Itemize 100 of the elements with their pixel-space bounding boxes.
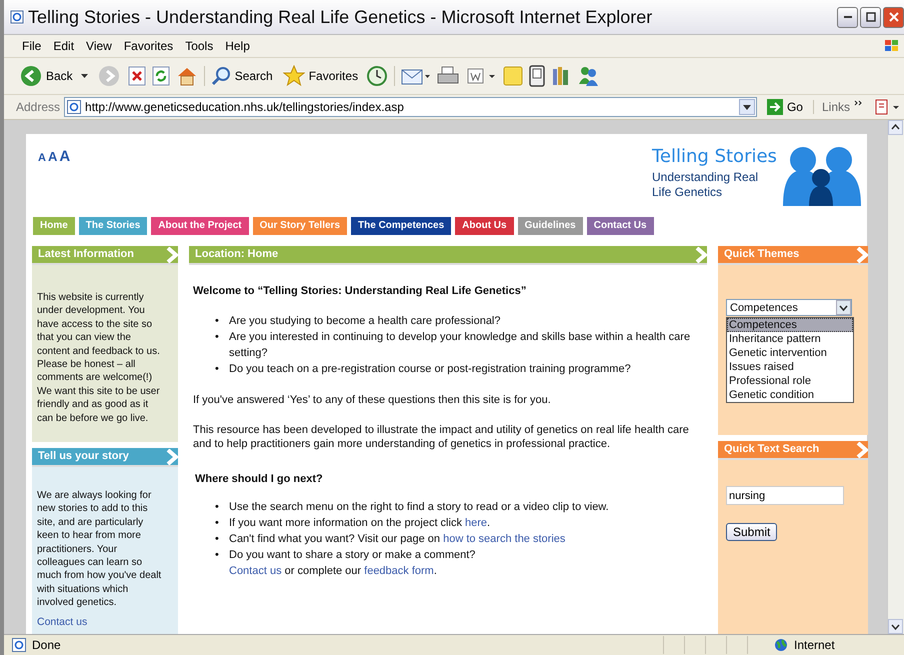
chevron-icon [854,100,862,106]
nav-tab[interactable]: The Competences [350,216,452,236]
question-text: Are you studying to become a health care professional? [229,314,500,329]
browser-icon [10,10,24,24]
windows-logo-icon [884,39,900,53]
url-text: http://www.geneticseducation.nhs.uk/tellingstories/index.asp [85,100,405,114]
menu-item[interactable]: Edit [47,39,80,53]
window-title: Telling Stories - Understanding Real Life Genetics - Microsoft Internet Explorer [28,6,654,28]
nav-tab[interactable]: About Us [454,216,515,236]
dropdown-option[interactable]: Inheritance pattern [727,332,853,346]
chevron-icon [695,247,707,263]
maximize-icon [866,12,876,22]
menu-item[interactable]: File [16,39,48,53]
go-arrow-icon [766,99,783,115]
nav-tab[interactable]: About the Project [150,216,250,236]
theme-dropdown[interactable]: Competences [726,299,852,316]
bullet: • [215,314,220,329]
page-icon [12,638,26,652]
page-icon [67,100,82,114]
bullet-text: Can't find what you want? Visit our page on [229,533,442,545]
link[interactable]: feedback form [364,565,434,577]
security-zone: Internet [794,638,836,652]
document-icon[interactable] [874,99,900,115]
bullet: • [215,500,220,515]
panel-heading: Quick Text Search [724,443,820,455]
nav-tab[interactable]: Contact Us [586,216,655,236]
scroll-up-icon[interactable] [888,120,903,135]
question-text: Are you interested in continuing to develop your knowledge and skills base within a health care setting? [229,330,692,361]
refresh-icon[interactable] [152,66,170,86]
panel-heading: Latest Information [38,248,134,260]
logo-subtitle: Understanding Real Life Genetics [652,170,760,200]
text-size-link[interactable]: A [59,148,70,165]
text-size-link[interactable]: A [48,149,58,164]
caret-icon [80,74,88,78]
panel-text: This website is currently under development. You have access to the site so that you can view the content and feedback to us. Please be honest – all comments are welcome(!) We want this site to be user friendly and as good as it can be before we go live. [37,291,161,426]
paragraph: If you've answered ‘Yes’ to any of these questions then this site is for you. [193,393,552,407]
status-text: Done [32,638,62,652]
links-button[interactable]: Links [812,100,870,114]
dropdown-option[interactable]: Issues raised [727,360,853,374]
history-icon[interactable] [366,65,388,87]
submit-button[interactable]: Submit [726,523,778,541]
bullet: • [215,362,220,377]
chevron-icon [166,247,178,263]
stop-icon[interactable] [128,66,146,86]
maximize-button[interactable] [860,6,881,28]
link[interactable]: how to search the stories [443,533,566,545]
text-size-link[interactable]: A [38,152,46,164]
panel-heading: Quick Themes [724,248,800,260]
globe-icon [774,638,788,652]
printer-icon[interactable] [437,66,460,86]
link[interactable]: here [465,517,488,529]
star-icon [282,65,305,87]
bullet-text: . [434,565,437,577]
panel-text: We are always looking for new stories to add to this site, and are particularly keen to hear from more practitioners. Your colleagues can learn so much from how you've dealt with situations which involved genetics. [37,489,162,610]
logo-title: Telling Stories [652,146,777,167]
close-button[interactable] [883,6,904,28]
bullet: • [215,330,220,345]
menu-item[interactable]: View [80,39,118,53]
bullet-text: If you want more information on the project click [229,517,463,529]
dropdown-option[interactable]: Competences [727,318,853,332]
bullet-text: Do you want to share a story or make a comment? [229,549,476,561]
bullet-text: Use the search menu on the right to find a story to read or a video clip to view. [229,501,609,513]
go-button[interactable]: Go [760,98,809,116]
bullet: • [215,516,220,531]
device-icon[interactable] [529,65,546,87]
search-field[interactable]: nursing [726,486,844,505]
home-icon[interactable] [176,66,198,86]
location-heading: Location: Home [195,248,278,260]
document-icon[interactable] [465,66,498,86]
paragraph: This resource has been developed to illustrate the impact and utility of genetics on real life health care and to help practitioners gain more understanding of genetics in professional practice. [193,423,690,451]
family-logo-icon [783,146,861,206]
chevron-icon [166,449,178,465]
bullet: • [215,532,220,547]
link[interactable]: Contact us [229,565,282,577]
search-icon [210,66,231,86]
contact-link[interactable]: Contact us [37,616,88,628]
question-text: Do you teach on a pre-registration course or post-registration training programme? [229,362,631,377]
bullet-text: or complete our [284,565,362,577]
people-icon[interactable] [577,66,600,86]
dropdown-option[interactable]: Genetic condition [727,388,853,402]
minimize-button[interactable] [837,6,858,28]
welcome-heading: Welcome to “Telling Stories: Understanding Real Life Genetics” [193,285,528,297]
bullet-text: . [487,517,490,529]
menu-item[interactable]: Favorites [118,39,180,53]
dropdown-option[interactable]: Professional role [727,374,853,388]
menu-item[interactable]: Tools [179,39,220,53]
search-button[interactable]: Search [204,66,275,86]
panel-heading: Tell us your story [38,450,129,462]
scroll-down-icon[interactable] [888,619,903,634]
back-button[interactable]: Back [18,65,90,87]
bullet: • [215,548,220,563]
close-icon [888,12,898,22]
section-heading: Where should I go next? [195,473,324,485]
address-field[interactable]: http://www.geneticseducation.nhs.uk/tellingstories/index.asp [64,97,757,117]
menu-item[interactable]: Help [219,39,256,53]
minimize-icon [844,16,852,18]
dropdown-option[interactable]: Genetic intervention [727,346,853,360]
mail-icon[interactable] [394,66,432,86]
address-label: Address [16,100,60,114]
favorites-button[interactable]: Favorites [280,65,360,87]
